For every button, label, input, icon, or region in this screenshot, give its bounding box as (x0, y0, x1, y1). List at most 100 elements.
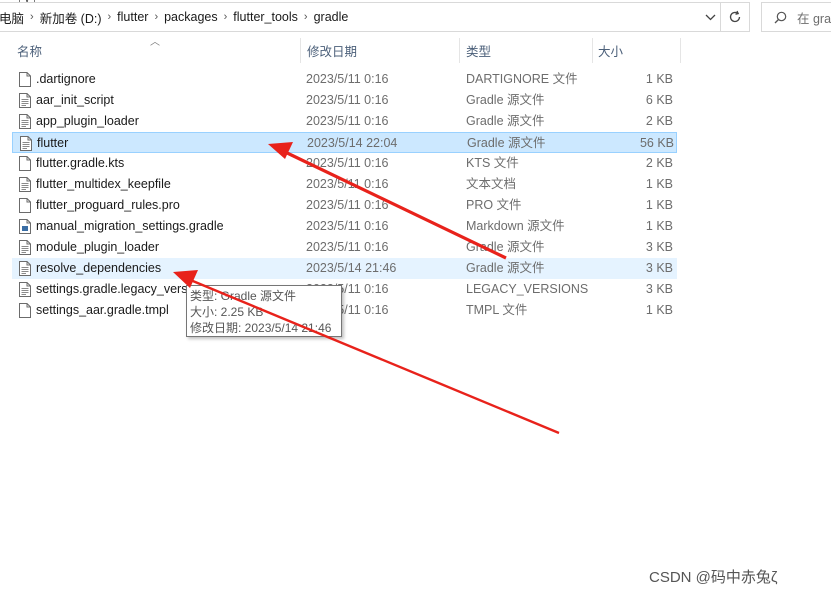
breadcrumb-item-gradle[interactable]: gradle (311, 10, 352, 24)
file-name: app_plugin_loader (36, 114, 139, 128)
file-size: 1 KB (645, 72, 673, 86)
breadcrumb-item-packages[interactable]: packages (161, 10, 221, 24)
column-header-name[interactable]: 名称 (17, 38, 297, 63)
file-type: Gradle 源文件 (466, 240, 545, 254)
file-modified-date: 2023/5/11 0:16 (306, 177, 389, 191)
table-row[interactable]: manual_migration_settings.gradle 2023/5/1… (12, 216, 677, 237)
table-row[interactable]: module_plugin_loader 2023/5/11 0:16 Gradle… (12, 237, 677, 258)
text-file-icon (19, 177, 31, 192)
file-name: flutter (37, 136, 69, 150)
table-row[interactable]: settings_aar.gradle.tmpl 2023/5/11 0:16 TM… (12, 300, 677, 321)
file-size: 1 KB (645, 219, 673, 233)
text-file-icon (19, 240, 31, 255)
file-name: aar_init_script (36, 93, 114, 107)
column-header-label: 修改日期 (307, 45, 358, 59)
file-size: 56 KB (639, 136, 674, 150)
breadcrumb-separator-icon[interactable]: › (221, 11, 231, 23)
file-type: Gradle 源文件 (466, 93, 545, 107)
file-name: resolve_dependencies (36, 261, 162, 275)
breadcrumb-separator-icon[interactable]: › (151, 11, 161, 23)
breadcrumb-item-drive[interactable]: 新加卷 (D:) (37, 8, 105, 27)
tooltip-size: 大小: 2.25 KB (190, 305, 264, 319)
table-row[interactable]: flutter.gradle.kts 2023/5/11 0:16 KTS 文件 2 … (12, 153, 677, 174)
column-header-label: 名称 (17, 45, 43, 59)
column-header-date[interactable]: 修改日期 (307, 38, 457, 63)
table-row[interactable]: aar_init_script 2023/5/11 0:16 Gradle 源文件 6… (12, 90, 677, 111)
chevron-down-icon[interactable] (699, 3, 721, 31)
file-info-tooltip: 类型: Gradle 源文件 大小: 2.25 KB 修改日期: 2023/5/… (186, 285, 342, 337)
search-icon (774, 11, 787, 23)
file-icon (19, 303, 31, 318)
file-modified-date: 2023/5/11 0:16 (306, 219, 389, 233)
file-name: flutter_proguard_rules.pro (36, 198, 180, 212)
column-divider[interactable] (300, 38, 301, 63)
refresh-button[interactable] (720, 3, 749, 31)
refresh-icon (729, 10, 741, 23)
file-type: Markdown 源文件 (466, 219, 565, 233)
file-type: DARTIGNORE 文件 (466, 72, 578, 86)
column-header-type[interactable]: 类型 (466, 38, 591, 63)
table-row[interactable]: flutter_multidex_keepfile 2023/5/11 0:16 文… (12, 174, 677, 195)
breadcrumb-item-flutter-tools[interactable]: flutter_tools (230, 10, 301, 24)
file-modified-date: 2023/5/11 0:16 (306, 114, 389, 128)
column-divider[interactable] (680, 38, 681, 63)
breadcrumb-separator-icon[interactable]: › (301, 11, 311, 23)
search-input[interactable]: 在 gra (761, 2, 831, 32)
file-modified-date: 2023/5/11 0:16 (306, 198, 389, 212)
file-size: 3 KB (645, 282, 673, 296)
file-modified-date: 2023/5/14 22:04 (307, 136, 398, 150)
table-row[interactable]: .dartignore 2023/5/11 0:16 DARTIGNORE 文件 1 … (12, 69, 677, 90)
file-size: 3 KB (645, 240, 673, 254)
file-icon (19, 72, 31, 87)
watermark: CSDN @码中赤兔ζ (649, 569, 778, 586)
column-divider[interactable] (459, 38, 460, 63)
file-modified-date: 2023/5/11 0:16 (306, 240, 389, 254)
search-placeholder: 在 gra (797, 11, 831, 26)
file-type: Gradle 源文件 (467, 136, 546, 150)
markdown-file-icon (19, 219, 31, 234)
file-type: LEGACY_VERSIONS ... (466, 282, 591, 296)
text-file-icon (20, 136, 32, 151)
address-bar[interactable]: 电脑 › 新加卷 (D:) › flutter › packages › flu… (0, 2, 750, 32)
file-modified-date: 2023/5/11 0:16 (306, 156, 389, 170)
file-size: 6 KB (645, 93, 673, 107)
file-size: 2 KB (645, 114, 673, 128)
file-icon (19, 156, 31, 171)
tooltip-modified: 修改日期: 2023/5/14 21:46 (190, 321, 332, 335)
file-name: flutter.gradle.kts (36, 156, 125, 170)
table-row[interactable]: settings.gradle.legacy_versions 2023/5/11… (12, 279, 677, 300)
file-type: Gradle 源文件 (466, 261, 545, 275)
table-row[interactable]: flutter 2023/5/14 22:04 Gradle 源文件 56 KB (12, 132, 677, 153)
file-size: 1 KB (645, 303, 673, 317)
file-type: PRO 文件 (466, 198, 522, 212)
breadcrumb-separator-icon[interactable]: › (105, 11, 115, 23)
breadcrumb-item-flutter[interactable]: flutter (114, 10, 151, 24)
file-name: flutter_multidex_keepfile (36, 177, 171, 191)
file-icon (19, 198, 31, 213)
column-header-size[interactable]: 大小 (598, 38, 678, 63)
text-file-icon (19, 261, 31, 276)
table-row[interactable]: resolve_dependencies 2023/5/14 21:46 Gradl… (12, 258, 677, 279)
text-file-icon (19, 282, 31, 297)
file-modified-date: 2023/5/14 21:46 (306, 261, 397, 275)
table-row[interactable]: flutter_proguard_rules.pro 2023/5/11 0:16… (12, 195, 677, 216)
column-header-label: 类型 (466, 45, 492, 59)
breadcrumb-separator-icon[interactable]: › (27, 11, 37, 23)
file-modified-date: 2023/5/11 0:16 (306, 93, 389, 107)
file-modified-date: 2023/5/11 0:16 (306, 72, 389, 86)
breadcrumb: 电脑 › 新加卷 (D:) › flutter › packages › flu… (0, 3, 351, 31)
table-row[interactable]: app_plugin_loader 2023/5/11 0:16 Gradle 源文… (12, 111, 677, 132)
tooltip-type: 类型: Gradle 源文件 (190, 289, 297, 303)
file-type: 文本文档 (466, 177, 517, 191)
file-name: manual_migration_settings.gradle (36, 219, 224, 233)
file-name: .dartignore (36, 72, 96, 86)
file-size: 1 KB (645, 177, 673, 191)
file-type: Gradle 源文件 (466, 114, 545, 128)
file-size: 1 KB (645, 198, 673, 212)
text-file-icon (19, 93, 31, 108)
file-type: KTS 文件 (466, 156, 519, 170)
column-divider[interactable] (592, 38, 593, 63)
breadcrumb-item-pc[interactable]: 电脑 (0, 8, 27, 27)
column-header-label: 大小 (598, 45, 624, 59)
file-name: module_plugin_loader (36, 240, 160, 254)
